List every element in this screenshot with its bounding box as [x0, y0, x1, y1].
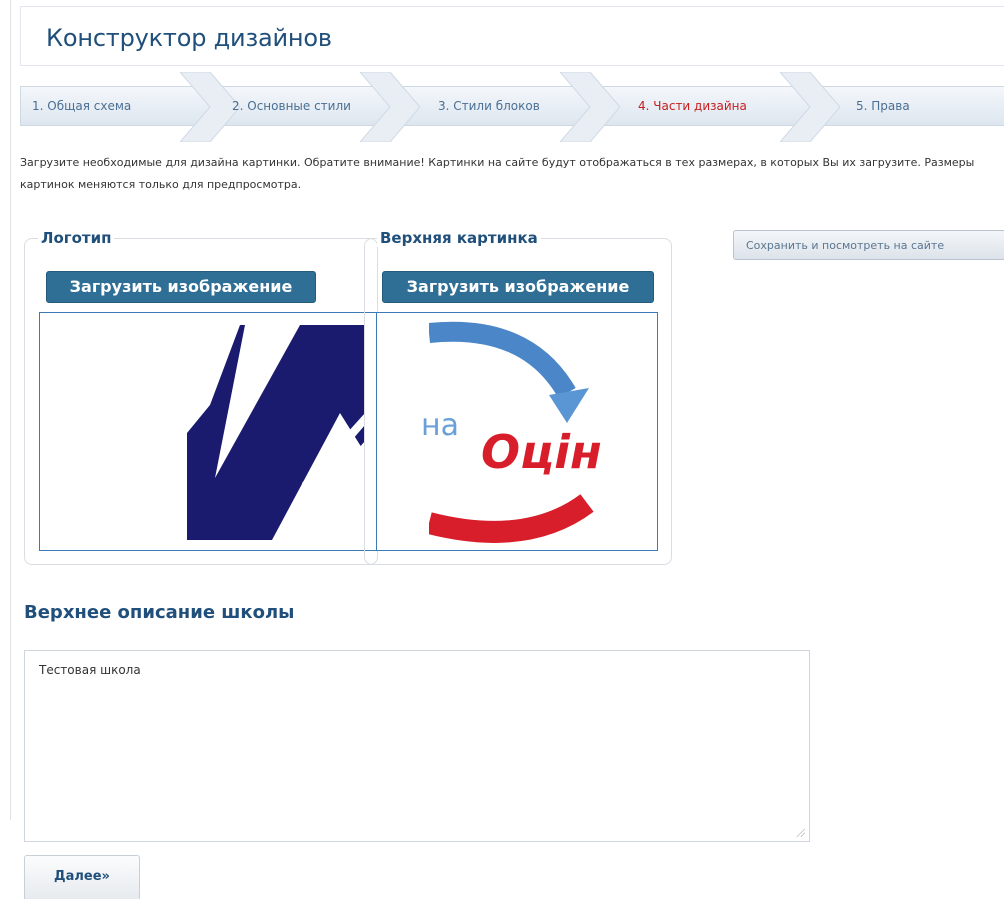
step-arrow-icon [780, 72, 840, 142]
step-general-scheme[interactable]: 1. Общая схема [32, 99, 131, 113]
intro-text: Загрузите необходимые для дизайна картин… [20, 156, 975, 191]
step-main-styles[interactable]: 2. Основные стили [232, 99, 351, 113]
description-value: Тестовая школа [39, 663, 141, 677]
top-image: на Оцін [377, 313, 602, 550]
step-block-styles[interactable]: 3. Стили блоков [438, 99, 540, 113]
top-image-brand-text: Оцін [481, 425, 602, 479]
step-arrow-icon [560, 72, 620, 142]
left-divider [10, 0, 11, 820]
wizard-steps: 1. Общая схема 2. Основные стили 3. Стил… [20, 72, 1004, 142]
save-and-view-button[interactable]: Сохранить и посмотреть на сайте [733, 230, 1004, 260]
step-arrow-icon [180, 72, 240, 142]
page-title: Конструктор дизайнов [46, 24, 332, 52]
logo-image [187, 325, 365, 540]
description-textarea[interactable]: Тестовая школа [24, 650, 810, 842]
step-design-parts[interactable]: 4. Части дизайна [638, 99, 747, 113]
resize-grip-icon[interactable] [795, 827, 805, 837]
description-title: Верхнее описание школы [24, 602, 295, 623]
top-image-legend: Верхняя картинка [377, 229, 541, 247]
logo-legend: Логотип [38, 229, 115, 247]
step-rights[interactable]: 5. Права [856, 99, 910, 113]
top-image-prefix: на [421, 408, 459, 443]
top-image-upload-button[interactable]: Загрузить изображение [382, 271, 654, 303]
next-button[interactable]: Далее» [24, 855, 140, 899]
logo-upload-button[interactable]: Загрузить изображение [46, 271, 316, 303]
logo-preview [39, 312, 378, 551]
top-image-preview: на Оцін [376, 312, 658, 551]
step-arrow-icon [360, 72, 420, 142]
